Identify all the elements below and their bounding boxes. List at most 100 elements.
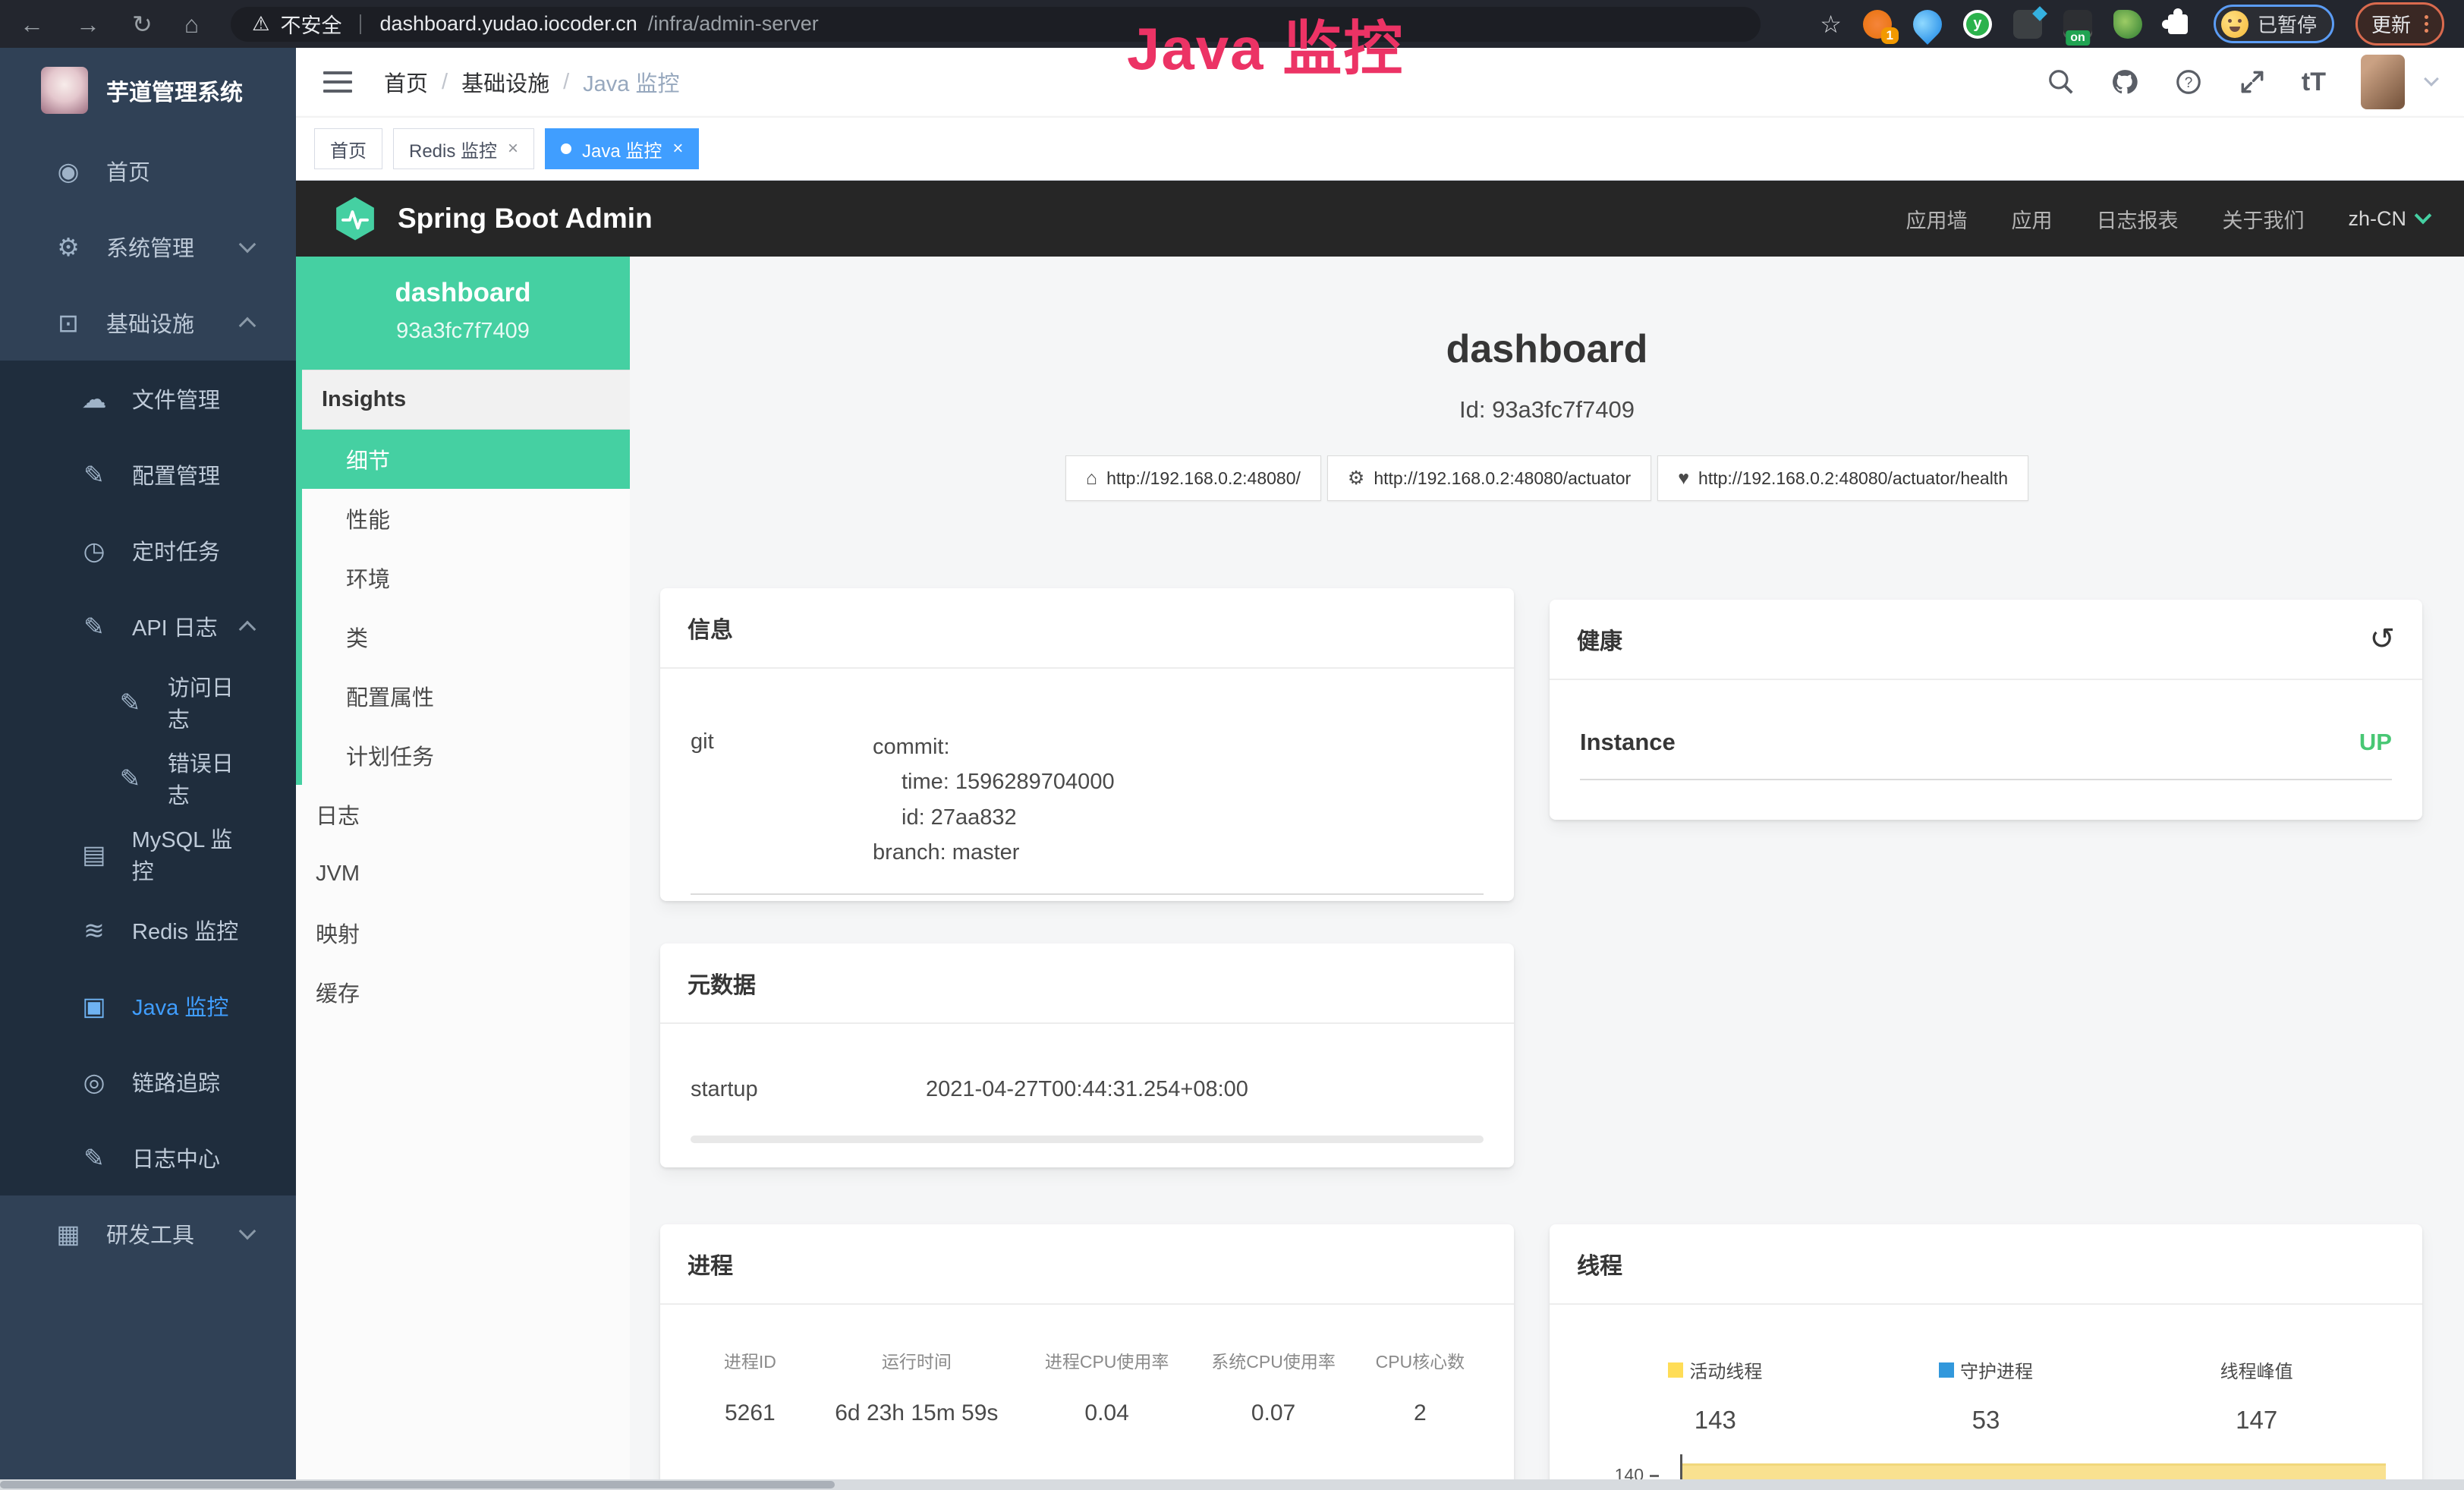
- sidebar-item-error-logs[interactable]: ✎ 错误日志: [0, 740, 296, 816]
- chevron-down-icon[interactable]: [2424, 71, 2439, 87]
- browser-home-icon[interactable]: ⌂: [184, 12, 199, 36]
- extensions-puzzle-icon[interactable]: [2168, 14, 2188, 34]
- sidebar-item-tracing[interactable]: ◎ 链路追踪: [0, 1044, 296, 1120]
- browser-reload-icon[interactable]: ↻: [132, 12, 153, 36]
- paused-label: 已暂停: [2258, 10, 2317, 38]
- app-logo[interactable]: 芋道管理系统: [0, 48, 296, 133]
- horizontal-scrollbar[interactable]: [0, 1479, 2464, 1490]
- breadcrumb-item[interactable]: 首页: [384, 66, 428, 98]
- status-badge: UP: [2359, 729, 2392, 756]
- close-icon[interactable]: ×: [508, 140, 518, 158]
- extension-icon-orange[interactable]: 1: [1863, 10, 1892, 39]
- sidebar-item-scheduled-tasks[interactable]: ◷ 定时任务: [0, 512, 296, 588]
- breadcrumb-item[interactable]: 基础设施: [461, 66, 549, 98]
- help-icon[interactable]: ?: [2174, 68, 2203, 96]
- sidebar: 芋道管理系统 ◉ 首页 ⚙ 系统管理 ⊡ 基础设施 ☁ 文件管理: [0, 48, 296, 1490]
- sidebar-item-access-logs[interactable]: ✎ 访问日志: [0, 664, 296, 740]
- browser-forward-icon[interactable]: →: [76, 12, 100, 36]
- close-icon[interactable]: ×: [672, 140, 683, 158]
- process-value-cores: 2: [1357, 1400, 1484, 1426]
- fullscreen-icon[interactable]: [2238, 68, 2267, 96]
- process-col-header: 运行时间: [810, 1347, 1024, 1373]
- extension-icon-grid[interactable]: [2013, 10, 2042, 39]
- sidebar-item-dev-tools[interactable]: ▦ 研发工具: [0, 1195, 296, 1271]
- extension-icon-pin[interactable]: [1907, 4, 1948, 45]
- sba-side-item-scheduled[interactable]: 计划任务: [302, 726, 630, 785]
- sba-nav-about[interactable]: 关于我们: [2222, 204, 2304, 234]
- history-icon[interactable]: ↺: [2369, 624, 2395, 654]
- process-col-header: CPU核心数: [1357, 1347, 1484, 1373]
- sba-side-item-jvm[interactable]: JVM: [296, 844, 630, 903]
- sba-side-item-config-props[interactable]: 配置属性: [302, 666, 630, 726]
- sba-instance-header[interactable]: dashboard 93a3fc7f7409: [296, 257, 630, 370]
- tab-home[interactable]: 首页: [314, 128, 382, 169]
- info-line: id: 27aa832: [873, 800, 1115, 835]
- search-icon[interactable]: [2047, 68, 2075, 96]
- heart-icon: ♥: [1678, 468, 1689, 490]
- scrollbar-thumb[interactable]: [0, 1481, 835, 1488]
- extension-icon-sprout[interactable]: [2113, 10, 2142, 39]
- sba-locale-value: zh-CN: [2348, 207, 2406, 231]
- actuator-url-link[interactable]: ⚙ http://192.168.0.2:48080/actuator: [1327, 455, 1651, 501]
- sba-nav-applications[interactable]: 应用: [2011, 204, 2052, 234]
- service-url: http://192.168.0.2:48080/: [1106, 468, 1301, 489]
- sba-nav-wallboard[interactable]: 应用墙: [1905, 204, 1967, 234]
- sba-side-item-classes[interactable]: 类: [302, 607, 630, 666]
- sidebar-item-system[interactable]: ⚙ 系统管理: [0, 209, 296, 285]
- address-bar[interactable]: ⚠ 不安全 dashboard.yudao.iocoder.cn/infra/a…: [231, 7, 1761, 42]
- hamburger-icon[interactable]: [323, 71, 352, 93]
- service-url-link[interactable]: ⌂ http://192.168.0.2:48080/: [1065, 455, 1321, 501]
- bookmark-star-icon[interactable]: ☆: [1820, 10, 1842, 39]
- monitor-icon: ▣: [76, 991, 112, 1021]
- access-log-icon: ✎: [112, 688, 148, 717]
- extension-icon-y[interactable]: y: [1963, 10, 1992, 39]
- screenshot-root: ← → ↻ ⌂ ⚠ 不安全 dashboard.yudao.iocoder.cn…: [0, 0, 2464, 1490]
- info-card: 信息 git commit: time: 1596289704000 id: 2…: [660, 588, 1514, 901]
- divider: [1580, 779, 2392, 780]
- sba-nav-journal[interactable]: 日志报表: [2096, 204, 2178, 234]
- process-value-sys-cpu: 0.07: [1190, 1400, 1356, 1426]
- sidebar-item-file-management[interactable]: ☁ 文件管理: [0, 361, 296, 436]
- sidebar-item-infrastructure[interactable]: ⊡ 基础设施: [0, 285, 296, 361]
- sba-side-item-environment[interactable]: 环境: [302, 548, 630, 607]
- health-url-link[interactable]: ♥ http://192.168.0.2:48080/actuator/heal…: [1657, 455, 2028, 501]
- tab-redis-monitor[interactable]: Redis 监控 ×: [393, 128, 534, 169]
- sba-side-item-logs[interactable]: 日志: [296, 785, 630, 844]
- sidebar-item-home[interactable]: ◉ 首页: [0, 133, 296, 209]
- url-host[interactable]: dashboard.yudao.iocoder.cn: [379, 12, 637, 36]
- threads-card-title: 线程: [1550, 1224, 2422, 1305]
- sba-side-item-mappings[interactable]: 映射: [296, 903, 630, 962]
- sidebar-item-config-management[interactable]: ✎ 配置管理: [0, 436, 296, 512]
- tab-java-monitor[interactable]: Java 监控 ×: [545, 128, 699, 169]
- sidebar-item-redis-monitor[interactable]: ≋ Redis 监控: [0, 892, 296, 968]
- sidebar-item-label: Redis 监控: [132, 914, 238, 946]
- page-instance-id: Id: 93a3fc7f7409: [630, 396, 2464, 424]
- sidebar-item-log-center[interactable]: ✎ 日志中心: [0, 1120, 296, 1195]
- sba-side-item-caches[interactable]: 缓存: [296, 962, 630, 1022]
- sidebar-item-java-monitor[interactable]: ▣ Java 监控: [0, 968, 296, 1044]
- browser-toolbar-right: ☆ 1 y on 已暂停 更新: [1820, 2, 2444, 46]
- browser-back-icon[interactable]: ←: [20, 12, 44, 36]
- extension-y-glyph: y: [1966, 13, 1989, 36]
- font-size-icon[interactable]: tT: [2302, 68, 2326, 97]
- profile-paused-badge[interactable]: 已暂停: [2214, 5, 2334, 43]
- sidebar-item-mysql-monitor[interactable]: ▤ MySQL 监控: [0, 816, 296, 892]
- browser-update-button[interactable]: 更新: [2355, 2, 2444, 46]
- sidebar-item-api-logs[interactable]: ✎ API 日志: [0, 588, 296, 664]
- metadata-card-title: 元数据: [660, 943, 1514, 1024]
- health-card-body: Instance UP: [1550, 680, 2422, 806]
- user-avatar[interactable]: [2361, 55, 2405, 109]
- security-label[interactable]: 不安全: [280, 9, 341, 39]
- logo-image: [41, 67, 88, 114]
- health-url: http://192.168.0.2:48080/actuator/health: [1698, 468, 2008, 489]
- sba-side-item-metrics[interactable]: 性能: [302, 489, 630, 548]
- extension-icon-switch[interactable]: on: [2063, 10, 2092, 39]
- main-area: 首页 基础设施 Java 监控 ?: [296, 48, 2464, 1490]
- sba-locale-select[interactable]: zh-CN: [2348, 207, 2429, 231]
- log-center-icon: ✎: [76, 1143, 112, 1173]
- sba-side-item-details[interactable]: 细节: [302, 430, 630, 489]
- url-path[interactable]: /infra/admin-server: [648, 12, 819, 36]
- sba-brand[interactable]: Spring Boot Admin: [331, 194, 653, 243]
- github-icon[interactable]: [2110, 68, 2139, 96]
- browser-menu-icon[interactable]: [2425, 15, 2428, 33]
